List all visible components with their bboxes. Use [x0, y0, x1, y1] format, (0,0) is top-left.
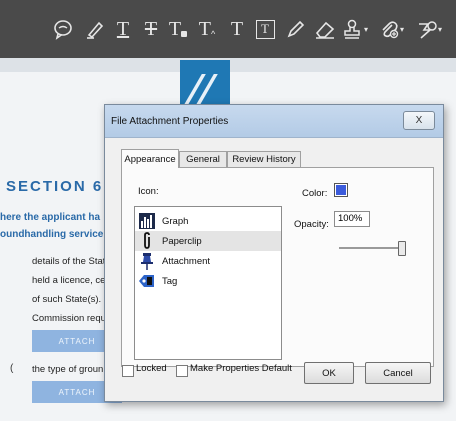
list-item-tag[interactable]: Tag	[135, 271, 281, 291]
ok-button[interactable]: OK	[304, 362, 354, 384]
document-body-line: the type of groun	[32, 364, 104, 375]
list-item-label: Graph	[162, 215, 189, 227]
insert-text-icon[interactable]: T ^	[195, 14, 219, 44]
color-label: Color:	[302, 188, 328, 199]
make-default-checkbox[interactable]	[176, 365, 188, 377]
cancel-button[interactable]: Cancel	[365, 362, 431, 384]
icon-label: Icon:	[138, 186, 159, 197]
list-item-label: Tag	[162, 275, 178, 287]
close-button[interactable]: X	[403, 111, 435, 130]
annotation-toolbar: T T T T ^ T T ▾ ▾ ▾	[0, 0, 456, 58]
graph-icon	[138, 212, 156, 230]
document-line: oundhandling service	[0, 229, 104, 240]
close-icon: X	[415, 115, 423, 126]
opacity-slider-track[interactable]	[339, 247, 401, 249]
document-body-line: held a licence, cer	[32, 275, 109, 286]
list-item-graph[interactable]: Graph	[135, 211, 281, 231]
opacity-input[interactable]: 100%	[334, 211, 370, 227]
locked-checkbox[interactable]	[122, 365, 134, 377]
tab-review-history[interactable]: Review History	[227, 151, 301, 167]
comment-icon[interactable]	[50, 14, 76, 44]
pencil-icon[interactable]	[284, 14, 308, 44]
attach-file-icon[interactable]: ▾	[376, 14, 406, 44]
locked-label: Locked	[136, 363, 167, 374]
highlight-pen-icon[interactable]	[82, 14, 108, 44]
tab-appearance[interactable]: Appearance	[121, 149, 179, 168]
strikethrough-text-icon[interactable]: T	[140, 14, 162, 44]
list-item-attachment[interactable]: Attachment	[135, 251, 281, 271]
tag-icon	[138, 272, 156, 290]
make-default-label: Make Properties Default	[190, 363, 292, 374]
color-swatch-fill	[336, 185, 346, 195]
section-heading: SECTION 6	[6, 178, 104, 195]
list-item-paperclip[interactable]: Paperclip	[135, 231, 281, 251]
stamp-icon[interactable]: ▾	[340, 14, 370, 44]
document-bullet: (	[10, 363, 14, 374]
eraser-icon[interactable]	[312, 14, 338, 44]
pushpin-icon	[138, 252, 156, 270]
file-attachment-properties-dialog: File Attachment Properties X Appearance …	[104, 104, 444, 402]
text-box-icon[interactable]: T	[253, 14, 277, 44]
paperclip-icon	[138, 232, 156, 250]
tab-general[interactable]: General	[179, 151, 227, 167]
document-body-line: details of the State	[32, 256, 111, 267]
underline-text-icon[interactable]: T	[112, 14, 134, 44]
add-text-icon[interactable]: T	[226, 14, 248, 44]
list-item-label: Paperclip	[162, 235, 202, 247]
dialog-title: File Attachment Properties	[111, 116, 229, 127]
document-line: here the applicant ha	[0, 212, 101, 223]
shapes-icon[interactable]: ▾	[412, 14, 446, 44]
appearance-panel: Icon: Graph Paperclip Attachment Tag Col…	[121, 167, 434, 367]
replace-text-icon[interactable]: T	[166, 14, 190, 44]
color-swatch[interactable]	[334, 183, 348, 197]
list-item-label: Attachment	[162, 255, 211, 267]
dialog-title-bar[interactable]: File Attachment Properties X	[105, 105, 443, 138]
opacity-slider-thumb[interactable]	[398, 241, 406, 256]
icon-list[interactable]: Graph Paperclip Attachment Tag	[134, 206, 282, 360]
document-body-line: of such State(s). Pl	[32, 294, 113, 305]
document-body-line: Commission requ	[32, 313, 106, 324]
opacity-label: Opacity:	[294, 219, 329, 230]
